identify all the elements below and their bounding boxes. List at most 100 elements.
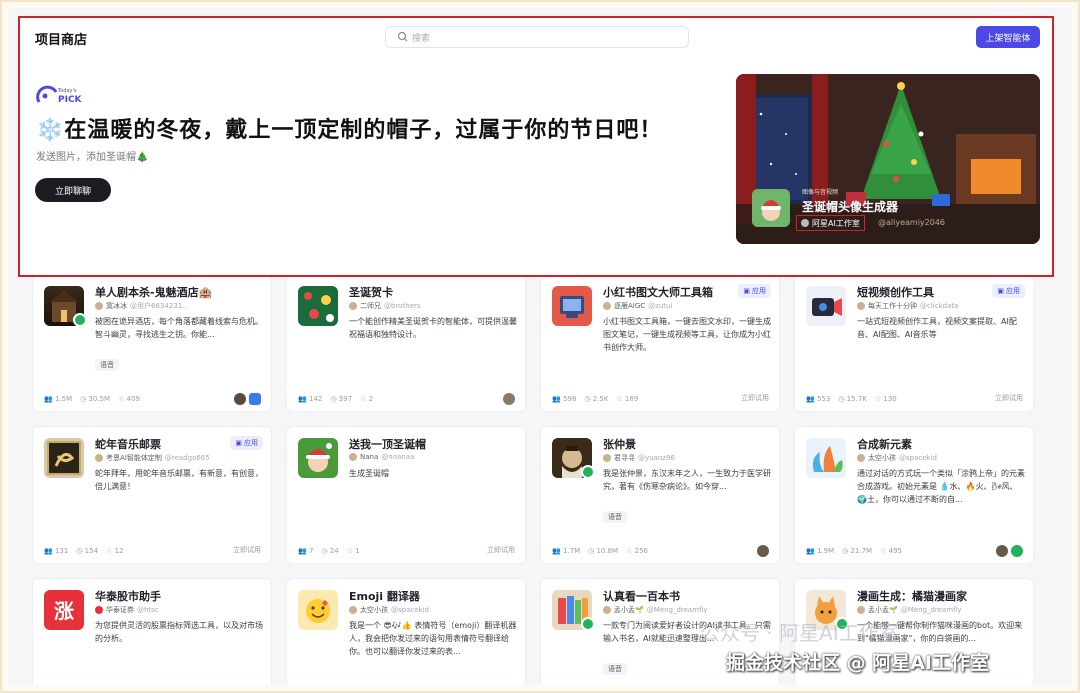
chats-count: 15.7K xyxy=(846,395,867,403)
author-handle: @clickdata xyxy=(920,302,959,310)
chats-count: 21.7M xyxy=(850,547,873,555)
agent-stats: 👥 1.7M ◷ 10.8M ☆ 256 xyxy=(552,547,648,555)
agent-card[interactable]: Emoji 翻译器 太空小孩 @spacekid 我是一个 😎🎶👍 表情符号（em… xyxy=(286,578,526,685)
voice-call-icon xyxy=(581,465,595,479)
app-tag: ▣ 应用 xyxy=(738,284,771,298)
stars-count: 169 xyxy=(624,395,639,403)
author-avatar xyxy=(603,606,611,614)
app-tag-icon: ▣ xyxy=(743,287,750,295)
stars-stat: ☆ 256 xyxy=(626,547,648,555)
agent-card[interactable]: 单人剧本杀-鬼魅酒店🏨 寞冰冰 @用户6634231.. 被困在诡异酒店，每个角落… xyxy=(32,274,272,412)
agent-card[interactable]: 小红书图文大师工具箱 ▣ 应用 逐雁AIGC @zutui 小红书图文工具箱，一键去… xyxy=(540,274,780,412)
author-avatar xyxy=(349,606,357,614)
users-stat: 👥 142 xyxy=(298,395,323,403)
svg-text:涨: 涨 xyxy=(54,599,74,623)
users-count: 1.7M xyxy=(562,547,581,555)
agent-card[interactable]: 蛇年音乐邮票 ▣ 应用 考恩AI智能体定制 @readgo665 蛇年拜年，用蛇年音… xyxy=(32,426,272,564)
agent-card[interactable]: 送我一顶圣诞帽 Nana @noanaa 生成圣诞帽 👥 7 ◷ 24 ☆ 1 立即试… xyxy=(286,426,526,564)
agent-author: 君寻寻 @yuanz96 xyxy=(603,453,675,463)
chats-count: 30.5M xyxy=(88,395,111,403)
try-now-link[interactable]: 立即试用 xyxy=(741,393,769,403)
try-now-link[interactable]: 立即试用 xyxy=(995,393,1023,403)
hero-subtitle: 发送图片，添加圣诞帽🎄 xyxy=(36,152,149,163)
agent-card[interactable]: 张仲景 君寻寻 @yuanz96 我是张仲景，东汉末年之人，一生致力于医学研究，著… xyxy=(540,426,780,564)
banner-title: 圣诞帽头像生成器 xyxy=(802,200,899,214)
chats-stat: ◷ 15.7K xyxy=(838,395,867,403)
platform-chip xyxy=(249,393,261,405)
platform-chip xyxy=(1011,545,1023,557)
page-title: 项目商店 xyxy=(35,33,88,48)
users-stat: 👥 1.7M xyxy=(552,547,581,555)
author-name: 孟小孟🌱 xyxy=(614,606,644,614)
agent-card[interactable]: 圣诞贺卡 二师兄 @brothers 一个能创作精美圣诞贺卡的智能体，可提供温馨祝… xyxy=(286,274,526,412)
chats-stat: ◷ 154 xyxy=(76,547,99,555)
app-tag-label: 应用 xyxy=(244,439,258,447)
agent-avatar xyxy=(298,286,338,326)
agent-description: 一个能创作精美圣诞贺卡的智能体，可提供温馨祝福语和独特设计。 xyxy=(349,317,517,339)
platform-chips xyxy=(996,545,1023,557)
chats-count: 397 xyxy=(338,395,353,403)
agent-name: 单人剧本杀-鬼魅酒店🏨 xyxy=(95,286,213,299)
agent-avatar xyxy=(298,590,338,630)
author-avatar xyxy=(801,219,809,227)
banner-category: 图像与音视频 xyxy=(802,189,839,196)
author-handle: @用户6634231.. xyxy=(130,302,187,310)
search-icon xyxy=(397,31,408,42)
agent-name: 张仲景 xyxy=(603,438,636,451)
chats-count: 24 xyxy=(329,547,339,555)
agent-author: 每天工作十分钟 @clickdata xyxy=(857,301,958,311)
creator-chip xyxy=(996,545,1008,557)
stars-count: 2 xyxy=(368,395,374,403)
agent-author: 孟小孟🌱 @Meng_dreamfly xyxy=(603,605,708,615)
users-stat: 👥 131 xyxy=(44,547,69,555)
svg-text:Today's: Today's xyxy=(57,88,77,94)
platform-chips xyxy=(503,393,515,405)
search-placeholder: 搜索 xyxy=(412,34,431,44)
users-stat: 👥 598 xyxy=(552,395,577,403)
author-handle: @spacekid xyxy=(899,454,937,462)
agent-name: 华泰股市助手 xyxy=(95,590,161,603)
agent-name: 认真看一百本书 xyxy=(603,590,680,603)
publish-agent-button[interactable]: 上架智能体 xyxy=(976,26,1040,48)
app-tag: ▣ 应用 xyxy=(230,436,263,450)
voice-call-icon xyxy=(73,313,87,327)
snowflake-icon: ❄️ xyxy=(36,118,65,143)
search-input[interactable]: 搜索 xyxy=(385,26,689,48)
creator-chip xyxy=(503,393,515,405)
author-name: 考恩AI智能体定制 xyxy=(106,454,162,462)
banner-author-name: 阿星AI工作室 xyxy=(812,218,860,228)
agent-stats: 👥 1.5M ◷ 30.5M ☆ 409 xyxy=(44,395,140,403)
featured-banner[interactable]: 图像与音视频 圣诞帽头像生成器 阿星AI工作室 @aliyeamiy2046 xyxy=(736,74,1040,244)
users-stat: 👥 553 xyxy=(806,395,831,403)
agent-name: 短视频创作工具 xyxy=(857,286,934,299)
agent-card[interactable]: 短视频创作工具 ▣ 应用 每天工作十分钟 @clickdata 一站式短视频创作工具… xyxy=(794,274,1034,412)
faint-watermark: 公众号 · 阿星AI工作室 xyxy=(700,621,899,645)
author-avatar xyxy=(95,606,103,614)
author-name: 太空小孩 xyxy=(360,606,388,614)
chats-count: 154 xyxy=(84,547,99,555)
author-avatar xyxy=(95,302,103,310)
author-handle: @spacekid xyxy=(391,606,429,614)
try-now-link[interactable]: 立即试用 xyxy=(233,545,261,555)
agent-description: 一站式短视频创作工具，视频文案提取、AI配音、AI配图、AI音乐等 xyxy=(857,317,1017,339)
agent-author: 华泰证券 @htsc xyxy=(95,605,159,615)
agent-description: 蛇年拜年，用蛇年音乐邮票，有新意，有创意，倍儿满意！ xyxy=(95,469,263,491)
project-store-page: 项目商店 搜索 上架智能体 Today's PICK ❄️在温暖的冬夜，戴上一顶… xyxy=(8,8,1072,685)
agent-card[interactable]: 涨 华泰股市助手 华泰证券 @htsc 为您提供灵活的股票指标筛选工具，以及对市场… xyxy=(32,578,272,685)
chats-stat: ◷ 24 xyxy=(321,547,339,555)
users-stat: 👥 7 xyxy=(298,547,314,555)
author-handle: @readgo665 xyxy=(164,454,210,462)
agent-description: 小红书图文工具箱，一键去图文水印，一键生成图文笔记，一键生成视频等工具，让你成为… xyxy=(603,317,771,352)
chat-now-button[interactable]: 立即聊聊 xyxy=(35,178,111,202)
try-now-link[interactable]: 立即试用 xyxy=(487,545,515,555)
voice-call-icon xyxy=(581,617,595,631)
agent-name: 送我一顶圣诞帽 xyxy=(349,438,426,451)
author-name: 逐雁AIGC xyxy=(614,302,646,310)
banner-author[interactable]: 阿星AI工作室 xyxy=(796,215,865,231)
agent-card[interactable]: 合成新元素 太空小孩 @spacekid 通过对话的方式玩一个类似「涂鸦上帝」的元… xyxy=(794,426,1034,564)
chats-count: 10.8M xyxy=(596,547,619,555)
agent-avatar: 涨 xyxy=(44,590,84,630)
agent-author: 太空小孩 @spacekid xyxy=(349,605,429,615)
hero-title-text: 在温暖的冬夜，戴上一顶定制的帽子，过属于你的节日吧！ xyxy=(64,118,663,143)
todays-pick-logo: Today's PICK xyxy=(36,85,83,105)
